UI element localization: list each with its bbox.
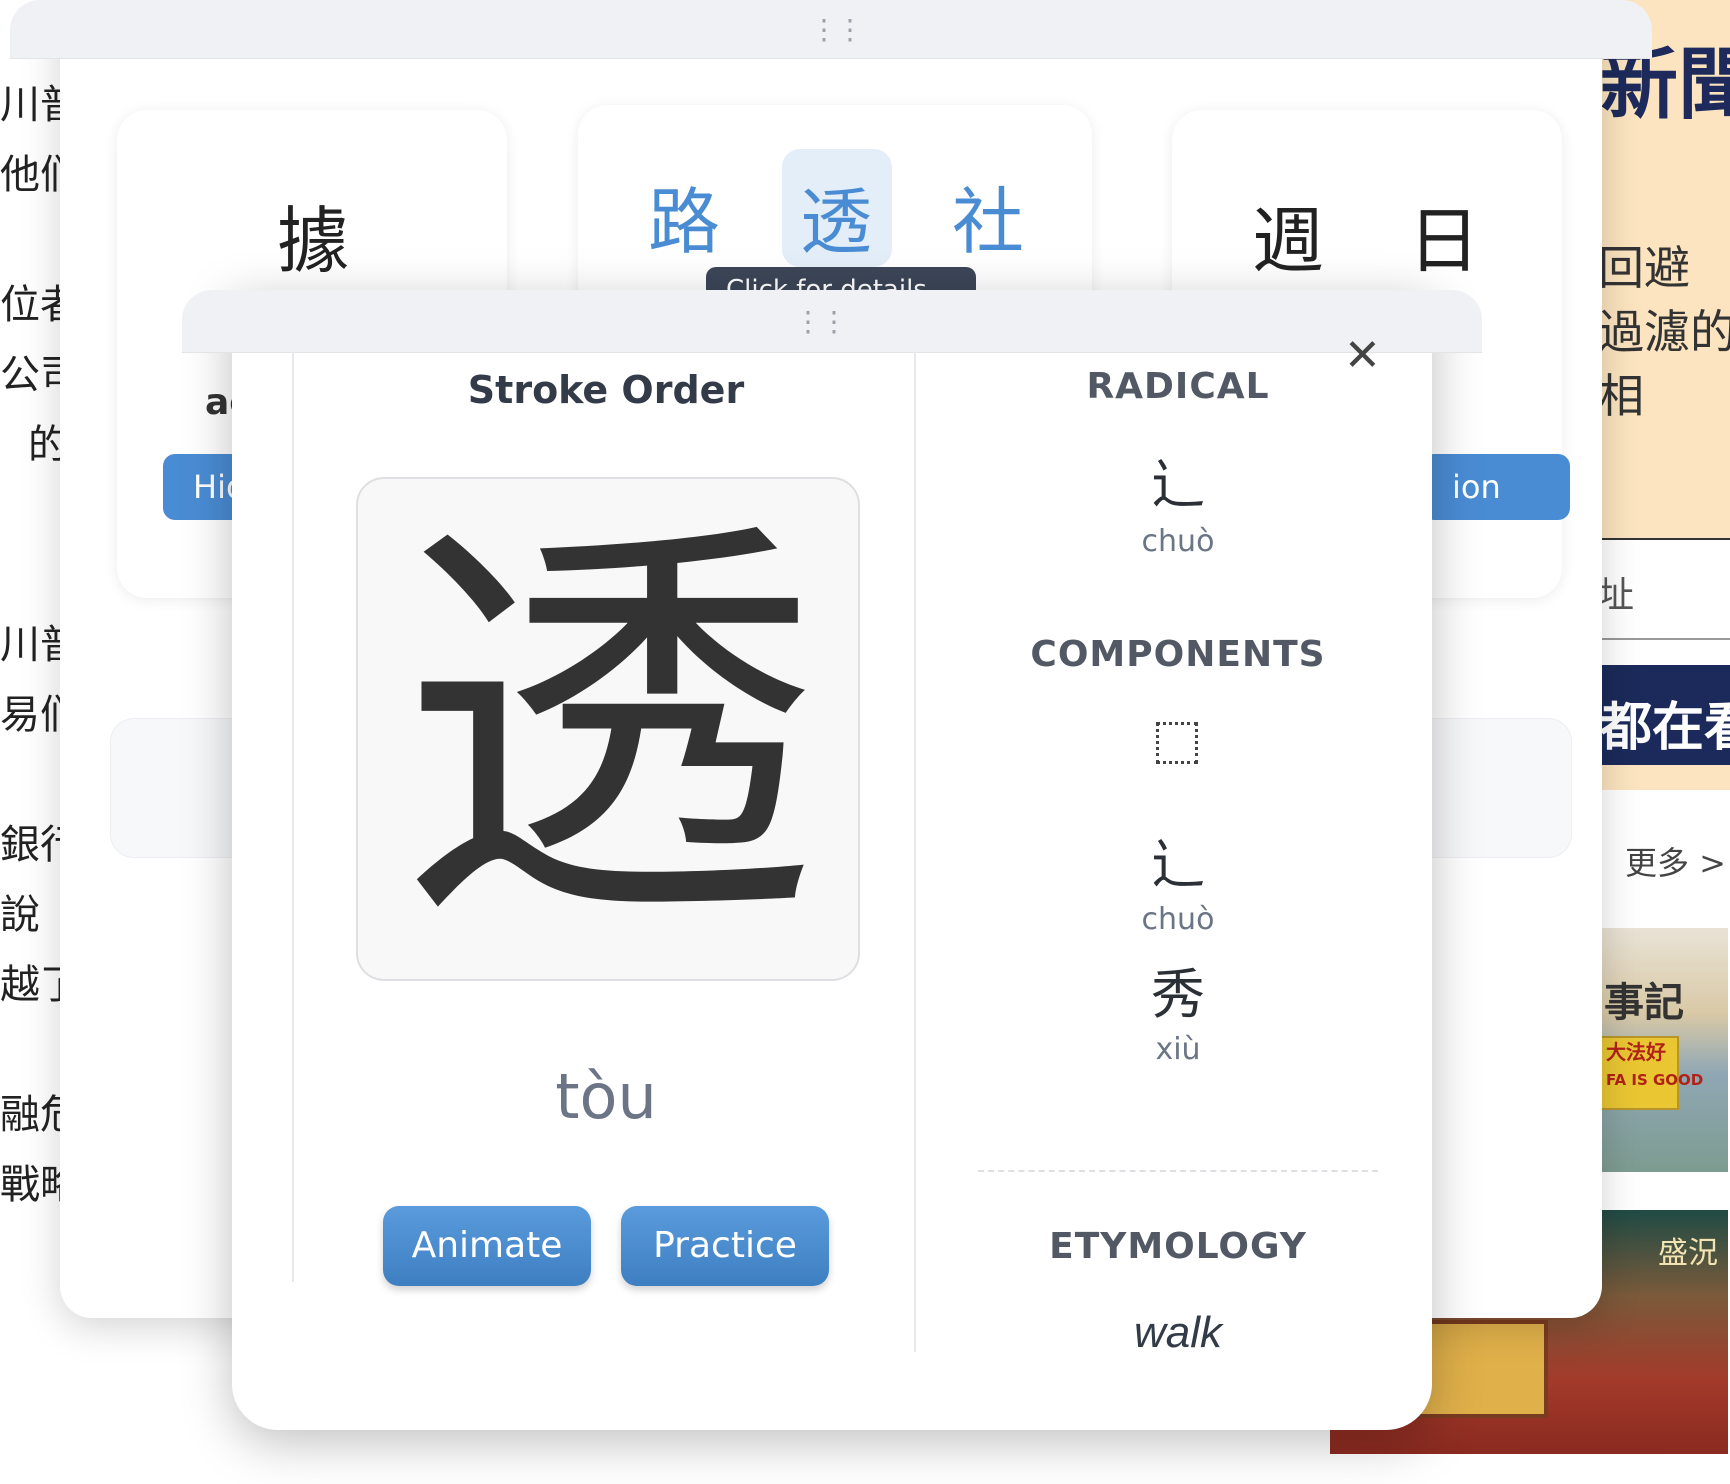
- practice-button[interactable]: Practice: [621, 1206, 829, 1286]
- component-pinyin: xiù: [1155, 1032, 1201, 1067]
- drag-handle-icon[interactable]: ⋮⋮: [794, 308, 848, 336]
- radical-char[interactable]: 辶: [978, 440, 1378, 519]
- bg-text-line: 說: [0, 892, 40, 938]
- word-char-link[interactable]: 透: [800, 163, 872, 268]
- component-char[interactable]: 秀: [978, 950, 1378, 1029]
- word-char: 週: [1252, 199, 1325, 283]
- word-char-link[interactable]: 路: [648, 163, 720, 268]
- pinyin: tòu: [555, 1060, 657, 1133]
- component-char[interactable]: 辶: [978, 820, 1378, 899]
- banner-line: FA IS GOOD: [1606, 1071, 1704, 1089]
- bg-banner-label: 都在看: [1600, 697, 1730, 758]
- divider: [978, 1170, 1378, 1172]
- component-placeholder-icon: [1156, 722, 1198, 764]
- banner-line: 大法好: [1606, 1040, 1666, 1064]
- divider: [292, 352, 294, 1282]
- components-label: COMPONENTS: [1030, 634, 1326, 675]
- banner-in-image: 大法好 FA IS GOOD: [1600, 1036, 1704, 1110]
- modal-titlebar[interactable]: ⋮⋮: [182, 290, 1482, 353]
- etymology-text: walk: [1133, 1308, 1223, 1357]
- divider: [914, 352, 916, 1352]
- news-image-title: 盛況: [1658, 1236, 1718, 1271]
- animate-button[interactable]: Animate: [383, 1206, 591, 1286]
- action-button[interactable]: ion: [1422, 454, 1570, 520]
- word-char-link[interactable]: 社: [952, 163, 1024, 268]
- bg-right-line: 回避: [1598, 241, 1690, 295]
- radical-label: RADICAL: [1086, 366, 1270, 407]
- more-link[interactable]: 更多 >: [1625, 838, 1726, 884]
- character-detail-modal: ⋮⋮ ✕ Stroke Order 透 tòu Animate Practice…: [182, 290, 1482, 1430]
- word-char: 據: [277, 199, 350, 283]
- bg-address: 址: [1598, 575, 1635, 616]
- stroke-order-title: Stroke Order: [467, 368, 745, 412]
- radical-pinyin: chuò: [1141, 524, 1215, 559]
- etymology-label: ETYMOLOGY: [1049, 1226, 1307, 1267]
- stroke-character: 透: [398, 484, 818, 973]
- news-image[interactable]: 事記 大法好 FA IS GOOD: [1598, 928, 1728, 1172]
- drag-handle-icon[interactable]: ⋮⋮: [810, 16, 864, 44]
- news-image-title: 事記: [1604, 979, 1684, 1026]
- word-char: 日: [1408, 199, 1481, 283]
- bg-right-line: 過濾的: [1598, 305, 1730, 359]
- stroke-order-canvas[interactable]: 透: [356, 477, 860, 981]
- bg-right-line: 相: [1598, 369, 1644, 423]
- component-pinyin: chuò: [1141, 902, 1215, 937]
- window-titlebar[interactable]: ⋮⋮: [10, 0, 1652, 59]
